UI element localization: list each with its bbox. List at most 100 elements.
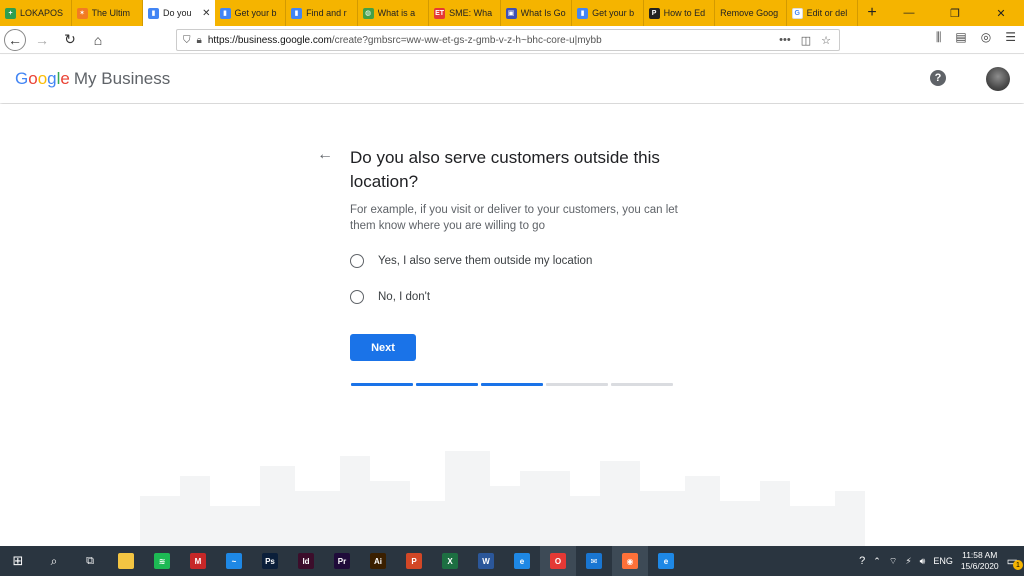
- browser-tab[interactable]: Remove Goog: [715, 0, 787, 26]
- notification-count: 1: [1013, 560, 1023, 570]
- option-yes[interactable]: Yes, I also serve them outside my locati…: [350, 254, 592, 268]
- taskbar-app-app-blue[interactable]: ~: [216, 546, 252, 576]
- browser-tab[interactable]: ▣ What Is Go: [501, 0, 573, 26]
- option-no[interactable]: No, I don't: [350, 290, 430, 304]
- reload-icon: ↻: [64, 31, 76, 47]
- logo-letter: o: [28, 69, 38, 88]
- account-icon[interactable]: ◎: [981, 30, 991, 45]
- taskbar-app-mail[interactable]: ✉: [576, 546, 612, 576]
- volume-icon[interactable]: 🔊︎: [920, 556, 926, 567]
- app-header: Google My Business ?: [0, 55, 1024, 103]
- taskbar-app-edge[interactable]: e: [648, 546, 684, 576]
- task-view-icon: ⧉: [86, 554, 94, 567]
- premiere-icon: Pr: [334, 553, 350, 569]
- close-window-button[interactable]: ✕: [978, 0, 1024, 26]
- tab-label: What is a: [377, 8, 416, 18]
- clock[interactable]: 11:58 AM 15/6/2020: [961, 550, 999, 572]
- wifi-icon[interactable]: ⌔: [889, 556, 897, 567]
- browser-tab[interactable]: ▮ Get your b: [215, 0, 287, 26]
- search-icon: ⌕: [50, 553, 58, 568]
- tab-favicon-icon: ▮: [291, 7, 303, 19]
- forward-button[interactable]: →: [30, 28, 54, 52]
- window-controls: — ❐ ✕: [886, 0, 1024, 26]
- logo-letter: e: [60, 69, 70, 88]
- mcafee-icon: M: [190, 553, 206, 569]
- tab-favicon-icon: ET: [434, 7, 446, 19]
- new-tab-button[interactable]: +: [858, 0, 886, 26]
- star-icon[interactable]: ☆: [821, 34, 831, 47]
- toolbar-right: ⫼ ▤ ◎ ☰: [936, 30, 1016, 45]
- taskbar-app-excel[interactable]: X: [432, 546, 468, 576]
- language-indicator[interactable]: ENG: [933, 556, 953, 566]
- browser-tab[interactable]: ▮ Do you ✕: [143, 0, 215, 26]
- radio-button[interactable]: [350, 254, 364, 268]
- browser-tab[interactable]: + LOKAPOS: [0, 0, 72, 26]
- browser-tab[interactable]: ✶ The Ultim: [72, 0, 144, 26]
- taskbar-app-illustrator[interactable]: Ai: [360, 546, 396, 576]
- tab-favicon-icon: P: [648, 7, 660, 19]
- taskbar-app-premiere[interactable]: Pr: [324, 546, 360, 576]
- task-view-button[interactable]: ⧉: [72, 546, 108, 576]
- start-button[interactable]: ⊞: [0, 546, 36, 576]
- home-button[interactable]: ⌂: [86, 28, 110, 52]
- taskbar-app-file-explorer[interactable]: [108, 546, 144, 576]
- tab-close-icon[interactable]: ✕: [202, 8, 210, 19]
- reload-button[interactable]: ↻: [58, 28, 82, 52]
- address-bar[interactable]: ⛉ 🔒︎ https://business.google.com/create?…: [176, 29, 840, 51]
- sidebar-icon[interactable]: ▤: [955, 30, 966, 45]
- progress-segment: [416, 383, 478, 386]
- restore-button[interactable]: ❐: [932, 0, 978, 26]
- tab-label: Get your b: [234, 8, 277, 18]
- help-icon[interactable]: ?: [930, 70, 946, 86]
- tab-label: What Is Go: [520, 8, 566, 18]
- power-icon[interactable]: ⚡︎: [905, 556, 911, 567]
- taskbar-app-indesign[interactable]: Id: [288, 546, 324, 576]
- arrow-right-icon: →: [35, 31, 49, 48]
- browser-tab[interactable]: ▮ Get your b: [572, 0, 644, 26]
- progress-bar: [351, 383, 673, 386]
- progress-segment: [611, 383, 673, 386]
- option-label: Yes, I also serve them outside my locati…: [378, 255, 593, 267]
- browser-tab[interactable]: ET SME: Wha: [429, 0, 501, 26]
- excel-icon: X: [442, 553, 458, 569]
- word-icon: W: [478, 553, 494, 569]
- taskbar-app-mcafee[interactable]: M: [180, 546, 216, 576]
- mail-icon: ✉: [586, 553, 602, 569]
- app-blue-icon: ~: [226, 553, 242, 569]
- browser-tab[interactable]: ▮ Find and r: [286, 0, 358, 26]
- library-icon[interactable]: ⫼: [936, 30, 942, 45]
- search-button[interactable]: ⌕: [36, 546, 72, 576]
- page-actions-icon[interactable]: •••: [779, 34, 791, 47]
- back-button[interactable]: ←: [4, 28, 26, 51]
- avatar[interactable]: [986, 67, 1010, 91]
- browser-tab[interactable]: G Edit or del: [787, 0, 859, 26]
- taskbar-app-spotify[interactable]: ≋: [144, 546, 180, 576]
- logo-letter: G: [15, 69, 29, 88]
- internet-explorer-icon: e: [514, 553, 530, 569]
- taskbar-app-word[interactable]: W: [468, 546, 504, 576]
- url-text[interactable]: https://business.google.com/create?gmbsr…: [208, 35, 779, 46]
- main-content: ← Do you also serve customers outside th…: [0, 104, 1024, 546]
- question-heading: Do you also serve customers outside this…: [350, 148, 660, 191]
- notification-icon[interactable]: ▭ 1: [1007, 554, 1023, 570]
- browser-tab[interactable]: ◍ What is a: [358, 0, 430, 26]
- google-my-business-logo[interactable]: Google My Business: [15, 69, 170, 89]
- clock-time: 11:58 AM: [962, 550, 998, 560]
- pocket-icon[interactable]: ◫: [801, 34, 811, 47]
- next-button[interactable]: Next: [350, 334, 416, 361]
- chevron-up-icon[interactable]: ⌃: [873, 556, 881, 567]
- taskbar-app-powerpoint[interactable]: P: [396, 546, 432, 576]
- back-arrow-icon[interactable]: ←: [317, 146, 333, 164]
- taskbar-app-internet-explorer[interactable]: e: [504, 546, 540, 576]
- minimize-button[interactable]: —: [886, 0, 932, 26]
- radio-button[interactable]: [350, 290, 364, 304]
- tab-favicon-icon: ▮: [219, 7, 231, 19]
- help-tray-icon[interactable]: ?: [859, 555, 865, 567]
- tab-label: How to Ed: [663, 8, 706, 18]
- taskbar-app-firefox[interactable]: ◉: [612, 546, 648, 576]
- help-text: For example, if you visit or deliver to …: [350, 204, 678, 232]
- browser-tab[interactable]: P How to Ed: [644, 0, 716, 26]
- taskbar-app-opera[interactable]: O: [540, 546, 576, 576]
- menu-icon[interactable]: ☰: [1005, 30, 1016, 45]
- taskbar-app-photoshop[interactable]: Ps: [252, 546, 288, 576]
